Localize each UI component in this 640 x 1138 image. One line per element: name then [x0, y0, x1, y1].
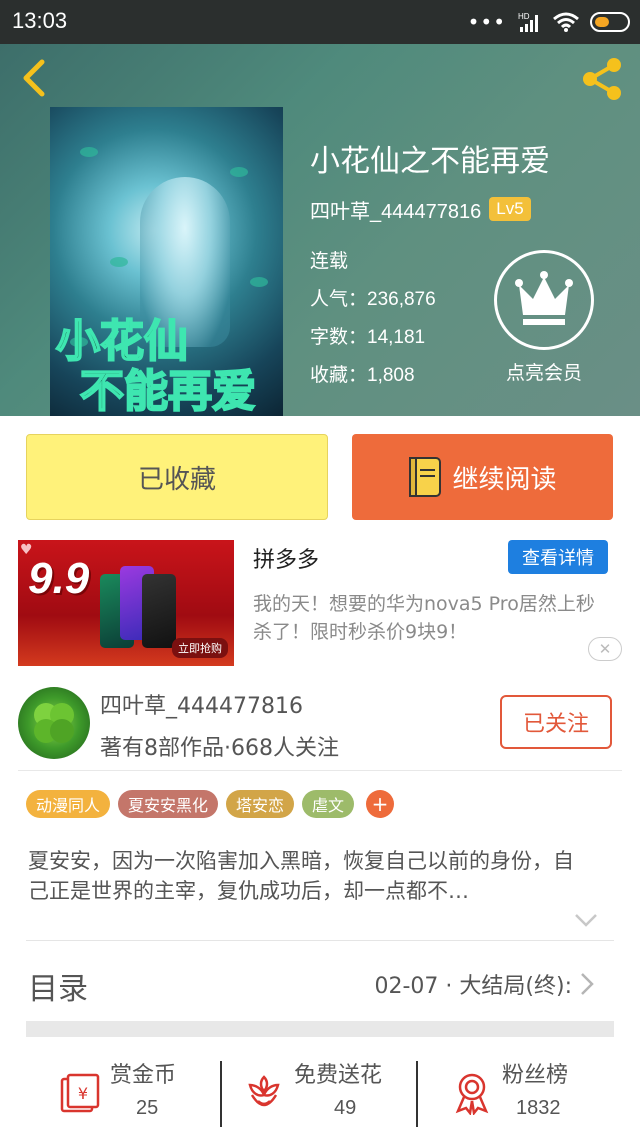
- wifi-icon: [553, 12, 579, 32]
- status-bar: 13:03 ••• HD: [0, 0, 640, 44]
- word-count-stat: 字数：14,181: [310, 322, 425, 349]
- book-status: 连载: [310, 250, 349, 272]
- medal-icon: [455, 1073, 489, 1115]
- favorites-value: 1,808: [367, 365, 415, 386]
- share-button[interactable]: [578, 54, 628, 104]
- continue-reading-label: 继续阅读: [452, 464, 557, 495]
- more-dots-icon: •••: [467, 10, 506, 34]
- continue-reading-button[interactable]: 继续阅读: [352, 434, 613, 520]
- toc-latest-chapter[interactable]: 02-07 · 大结局(终):: [375, 968, 573, 1000]
- chevron-right-icon[interactable]: [578, 970, 596, 998]
- book-header: 小花仙 不能再爱 小花仙之不能再爱 四叶草_444477816 Lv5 连载 人…: [0, 44, 640, 416]
- ad-text: 我的天！想要的华为nova5 Pro居然上秒杀了！限时秒杀价9块9！: [253, 593, 595, 643]
- red-envelope-icon: ¥: [60, 1073, 100, 1113]
- ad-image[interactable]: ♥ 9.9 立即抢购: [18, 540, 234, 666]
- bottom-bar: ¥ 赏金币 25 免费送花 49 粉丝榜 1832: [0, 1045, 640, 1138]
- author-card-name[interactable]: 四叶草_444477816: [100, 688, 303, 720]
- battery-icon: [590, 12, 630, 32]
- ad-brand: 拼多多: [253, 548, 320, 573]
- network-type: HD: [518, 12, 530, 21]
- collected-button[interactable]: 已收藏: [26, 434, 328, 520]
- svg-text:不能再爱: 不能再爱: [80, 366, 256, 416]
- signal-icon: HD: [518, 12, 538, 32]
- back-button[interactable]: [16, 56, 56, 100]
- section-separator: [26, 1021, 614, 1037]
- tag-item[interactable]: 塔安恋: [226, 790, 295, 818]
- fan-ranking-label: 粉丝榜: [502, 1063, 569, 1088]
- fan-ranking-count: 1832: [516, 1097, 561, 1119]
- follow-button[interactable]: 已关注: [500, 695, 612, 749]
- divider: [416, 1061, 418, 1127]
- divider: [18, 770, 622, 771]
- free-flower-button[interactable]: 免费送花 49: [242, 1057, 412, 1127]
- clover-icon: [34, 703, 74, 743]
- reward-coins-label: 赏金币: [110, 1063, 177, 1088]
- popularity-label: 人气：: [310, 288, 368, 310]
- book-cover[interactable]: 小花仙 不能再爱: [50, 107, 283, 416]
- cover-title-art: 小花仙 不能再爱: [55, 315, 257, 416]
- book-intro[interactable]: 夏安安，因为一次陷害加入黑暗，恢复自己以前的身份，自己正是世界的主宰，复仇成功后…: [28, 846, 594, 906]
- ad-buy-label: 立即抢购: [172, 638, 228, 658]
- ad-price: 9.9: [28, 554, 90, 603]
- free-flower-count: 49: [334, 1097, 357, 1119]
- tag-item[interactable]: 虐文: [302, 790, 355, 818]
- status-time: 13:03: [12, 8, 68, 33]
- author-avatar[interactable]: [18, 687, 90, 759]
- ad-detail-button[interactable]: 查看详情: [508, 540, 608, 574]
- toc-label[interactable]: 目录: [28, 964, 88, 1008]
- tag-item[interactable]: 动漫同人: [26, 790, 111, 818]
- favorites-label: 收藏：: [310, 364, 368, 386]
- tag-item[interactable]: 夏安安黑化: [118, 790, 219, 818]
- reward-coins-count: 25: [136, 1097, 159, 1119]
- crown-icon: [494, 250, 594, 350]
- svg-text:¥: ¥: [78, 1084, 88, 1103]
- vip-label: 点亮会员: [505, 362, 582, 384]
- book-icon: [409, 457, 442, 497]
- author-card-subtitle: 著有8部作品·668人关注: [100, 736, 339, 761]
- tag-list: 动漫同人 夏安安黑化 塔安恋 虐文 +: [26, 790, 395, 818]
- divider: [220, 1061, 222, 1127]
- word-count-value: 14,181: [367, 327, 426, 348]
- svg-text:小花仙: 小花仙: [56, 316, 188, 367]
- book-author[interactable]: 四叶草_444477816: [310, 195, 481, 224]
- book-author-row: 四叶草_444477816 Lv5: [310, 194, 531, 224]
- book-detail-page: 13:03 ••• HD 小花仙 不能再爱 小花仙之不能再爱 四叶草_44447…: [0, 0, 640, 1138]
- favorites-stat: 收藏：1,808: [310, 360, 415, 387]
- add-tag-button[interactable]: +: [366, 790, 395, 818]
- level-badge: Lv5: [489, 197, 531, 221]
- fan-ranking-button[interactable]: 粉丝榜 1832: [450, 1057, 600, 1127]
- free-flower-label: 免费送花: [294, 1063, 383, 1088]
- ad-close-button[interactable]: ✕: [588, 637, 622, 661]
- popularity-stat: 人气：236,876: [310, 284, 436, 311]
- flower-icon: [248, 1075, 280, 1107]
- word-count-label: 字数：: [310, 326, 368, 348]
- reward-coins-button[interactable]: ¥ 赏金币 25: [58, 1057, 208, 1127]
- divider: [26, 940, 614, 941]
- chevron-down-icon[interactable]: [573, 910, 599, 930]
- status-icons: ••• HD: [468, 10, 630, 34]
- vip-button[interactable]: 点亮会员: [492, 250, 596, 385]
- popularity-value: 236,876: [367, 289, 436, 310]
- phone-image: [142, 574, 176, 648]
- book-title: 小花仙之不能再爱: [310, 144, 550, 179]
